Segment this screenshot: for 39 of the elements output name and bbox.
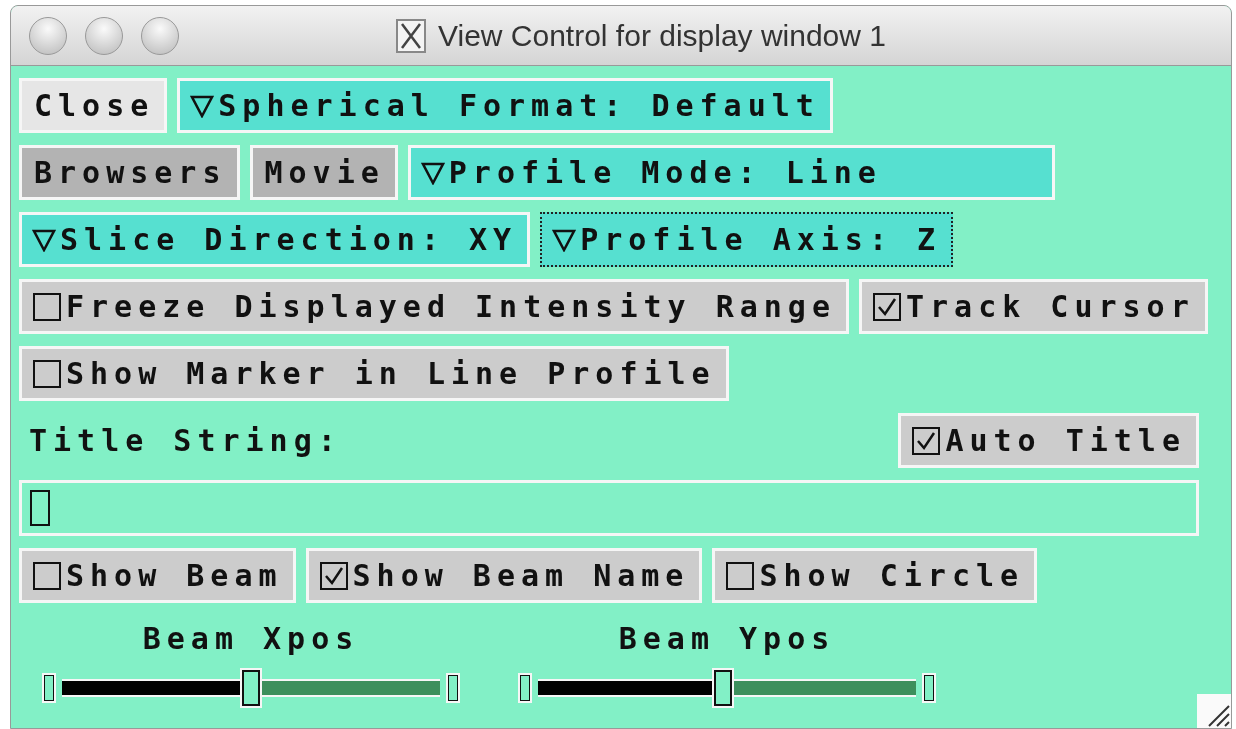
checked-checkbox-icon[interactable] [871,291,902,322]
slider-label: Beam Ypos [618,621,836,656]
slider-label: Beam Xpos [142,621,360,656]
option-menu[interactable]: Slice Direction: XY [19,212,531,267]
x-window-icon [396,18,426,53]
checkbox-icon[interactable] [32,358,62,389]
checkbox-option[interactable]: Show Marker in Line Profile [19,346,729,401]
dropdown-triangle-icon [552,227,577,252]
window-title: View Control for display window 1 [438,18,886,53]
slider-thumb[interactable] [712,668,735,708]
dropdown-triangle-icon [32,227,56,252]
push-button[interactable]: Movie [249,145,398,200]
slider-end-button[interactable] [42,673,56,703]
slider-end-button[interactable] [518,673,532,703]
checkbox-icon[interactable] [725,560,756,591]
option-menu[interactable]: Profile Axis: Z [540,212,954,267]
field-label: Title String: [29,423,342,458]
checkbox-option[interactable]: Show Circle [712,548,1038,603]
slider-thumb[interactable] [240,668,262,708]
dropdown-triangle-icon [420,160,445,185]
slider-end-button[interactable] [922,673,936,703]
option-menu[interactable]: Spherical Format: Default [177,78,833,133]
checkbox-option[interactable]: Auto Title [898,413,1199,468]
slider-end-button[interactable] [446,673,460,703]
resize-grip-icon[interactable] [1197,694,1231,728]
checked-checkbox-icon[interactable] [318,560,349,591]
text-cursor [30,490,50,526]
checkbox-option[interactable]: Show Beam [19,548,296,603]
checkbox-option[interactable]: Freeze Displayed Intensity Range [19,279,849,334]
checkbox-option[interactable]: Show Beam Name [305,548,703,603]
checkbox-option[interactable]: Track Cursor [858,279,1208,334]
checkbox-icon[interactable] [32,291,62,322]
checked-checkbox-icon[interactable] [911,425,942,456]
option-menu[interactable]: Profile Mode: Line [407,145,1055,200]
push-button[interactable]: Close [19,78,168,133]
checkbox-icon[interactable] [32,560,62,591]
title-input-field[interactable] [19,480,1199,536]
push-button[interactable]: Browsers [19,145,240,200]
dropdown-triangle-icon [190,93,215,118]
